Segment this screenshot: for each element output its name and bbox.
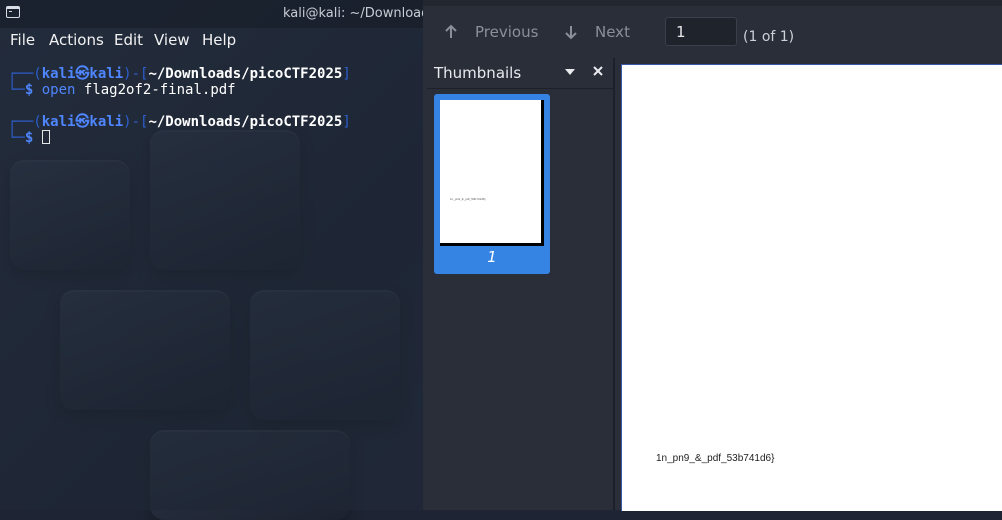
next-button[interactable]: Next (563, 18, 630, 46)
terminal-input-line[interactable]: └─$ (8, 130, 351, 146)
next-label: Next (595, 23, 630, 41)
thumbnail-page-preview: 1n_pn9_&_pdf_53b741d6} (440, 100, 544, 246)
page-number-input[interactable] (665, 17, 737, 46)
close-icon[interactable] (591, 64, 605, 78)
terminal-app-icon (6, 6, 20, 18)
menu-file[interactable]: File (10, 31, 35, 49)
menu-edit[interactable]: Edit (114, 31, 143, 49)
menu-help[interactable]: Help (202, 31, 236, 49)
pdf-viewer-window: Previous Next (1 of 1) Thumbnails 1n_pn9… (423, 0, 1002, 511)
menu-actions[interactable]: Actions (49, 31, 104, 49)
sidebar-divider (427, 88, 613, 89)
sidebar-title: Thumbnails (434, 64, 522, 82)
terminal-window: kali@kali: ~/Downloads/p File Actions Ed… (0, 0, 449, 510)
terminal-cursor (41, 130, 50, 144)
thumbnail-page-number: 1 (487, 248, 497, 266)
page-thumbnail[interactable]: 1n_pn9_&_pdf_53b741d6} 1 (434, 94, 550, 274)
page-count-label: (1 of 1) (743, 29, 795, 45)
terminal-prompt-line: ┌──(kali㉿kali)-[~/Downloads/picoCTF2025] (8, 114, 351, 130)
thumbnails-sidebar: Thumbnails 1n_pn9_&_pdf_53b741d6} 1 (427, 58, 615, 510)
terminal-menubar: File Actions Edit View Help (0, 28, 423, 52)
arrow-down-icon (565, 26, 577, 40)
terminal-output[interactable]: ┌──(kali㉿kali)-[~/Downloads/picoCTF2025]… (8, 66, 351, 146)
previous-button[interactable]: Previous (443, 18, 538, 46)
terminal-command-line: └─$ open flag2of2-final.pdf (8, 82, 236, 98)
menu-view[interactable]: View (154, 31, 190, 49)
arrow-up-icon (445, 24, 457, 38)
terminal-titlebar: kali@kali: ~/Downloads/p (0, 0, 449, 28)
viewer-toolbar: Previous Next (1 of 1) (423, 6, 1002, 58)
sidebar-header: Thumbnails (427, 58, 613, 86)
terminal-prompt-line: ┌──(kali㉿kali)-[~/Downloads/picoCTF2025] (8, 66, 351, 82)
previous-label: Previous (475, 23, 539, 41)
pdf-page[interactable]: 1n_pn9_&_pdf_53b741d6} (621, 64, 1002, 511)
document-area: 1n_pn9_&_pdf_53b741d6} (615, 58, 1002, 511)
pdf-page-text: 1n_pn9_&_pdf_53b741d6} (656, 453, 775, 464)
dropdown-triangle-icon[interactable] (563, 66, 577, 78)
thumbnail-text: 1n_pn9_&_pdf_53b741d6} (450, 197, 486, 201)
